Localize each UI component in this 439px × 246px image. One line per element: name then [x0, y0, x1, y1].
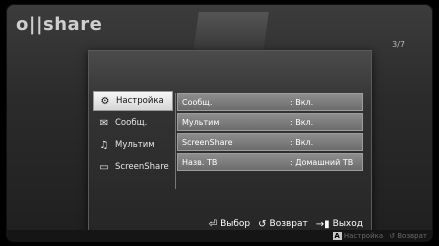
setting-label: Мультим: [182, 117, 220, 127]
bottom-hint-bar: A Настройка ↺ Возврат: [6, 230, 433, 242]
exit-button[interactable]: →▮ Выход: [316, 219, 363, 230]
envelope-icon: ✉: [99, 117, 109, 129]
return-icon: ↺: [258, 218, 267, 230]
enter-icon: ⏎: [208, 218, 218, 230]
media-icon: ♫: [99, 139, 109, 151]
select-label: Выбор: [220, 219, 251, 229]
sidebar: ⚙ Настройка ✉ Сообщ. ♫ Мультим ▭ ScreenS…: [93, 91, 173, 179]
setting-value: : Домашний ТВ: [290, 157, 354, 167]
back-hint-label: Возврат: [397, 232, 427, 240]
sidebar-item-label: Настройка: [116, 96, 164, 106]
screenshare-icon: ▭: [99, 161, 109, 173]
back-button[interactable]: ↺ Возврат: [258, 219, 308, 230]
gear-icon: ⚙: [100, 95, 110, 107]
settings-hint-label: Настройка: [343, 232, 384, 240]
back-hint[interactable]: ↺ Возврат: [389, 232, 427, 240]
settings-list: Сообщ. : Вкл. Мультим : Вкл. ScreenShare…: [177, 93, 363, 173]
divider: [175, 93, 176, 189]
select-button[interactable]: ⏎ Выбор: [209, 219, 250, 230]
setting-label: Назв. ТВ: [182, 157, 218, 167]
setting-value: : Вкл.: [290, 137, 314, 147]
page-counter: 3/7: [392, 40, 405, 49]
sidebar-item-messages[interactable]: ✉ Сообщ.: [93, 113, 173, 133]
sidebar-item-label: Мультим: [115, 140, 155, 150]
setting-row-messages[interactable]: Сообщ. : Вкл.: [177, 93, 363, 111]
setting-row-screenshare[interactable]: ScreenShare : Вкл.: [177, 133, 363, 151]
sidebar-item-label: Сообщ.: [115, 118, 148, 128]
setting-label: ScreenShare: [182, 137, 233, 147]
exit-label: Выход: [332, 219, 363, 229]
exit-icon: →▮: [315, 218, 330, 230]
settings-hint[interactable]: A Настройка: [332, 232, 384, 240]
a-key-icon: A: [332, 232, 342, 240]
setting-value: : Вкл.: [290, 117, 314, 127]
back-label: Возврат: [269, 219, 308, 229]
setting-label: Сообщ.: [182, 97, 213, 107]
setting-row-tv-name[interactable]: Назв. ТВ : Домашний ТВ: [177, 153, 363, 171]
setting-value: : Вкл.: [290, 97, 314, 107]
dialog-footer: ⏎ Выбор ↺ Возврат →▮ Выход: [89, 217, 371, 231]
sidebar-item-screenshare[interactable]: ▭ ScreenShare: [93, 157, 173, 177]
tv-screen: o||share 3/7 ⚙ Настройка ✉ Сообщ. ♫ Муль…: [6, 4, 433, 242]
sidebar-item-settings[interactable]: ⚙ Настройка: [93, 91, 173, 111]
allshare-logo: o||share: [16, 14, 103, 35]
sidebar-item-label: ScreenShare: [115, 162, 169, 172]
settings-dialog: ⚙ Настройка ✉ Сообщ. ♫ Мультим ▭ ScreenS…: [88, 50, 372, 236]
setting-row-media[interactable]: Мультим : Вкл.: [177, 113, 363, 131]
background-thumbnail: [193, 12, 269, 52]
return-icon: ↺: [389, 232, 396, 240]
sidebar-item-media[interactable]: ♫ Мультим: [93, 135, 173, 155]
